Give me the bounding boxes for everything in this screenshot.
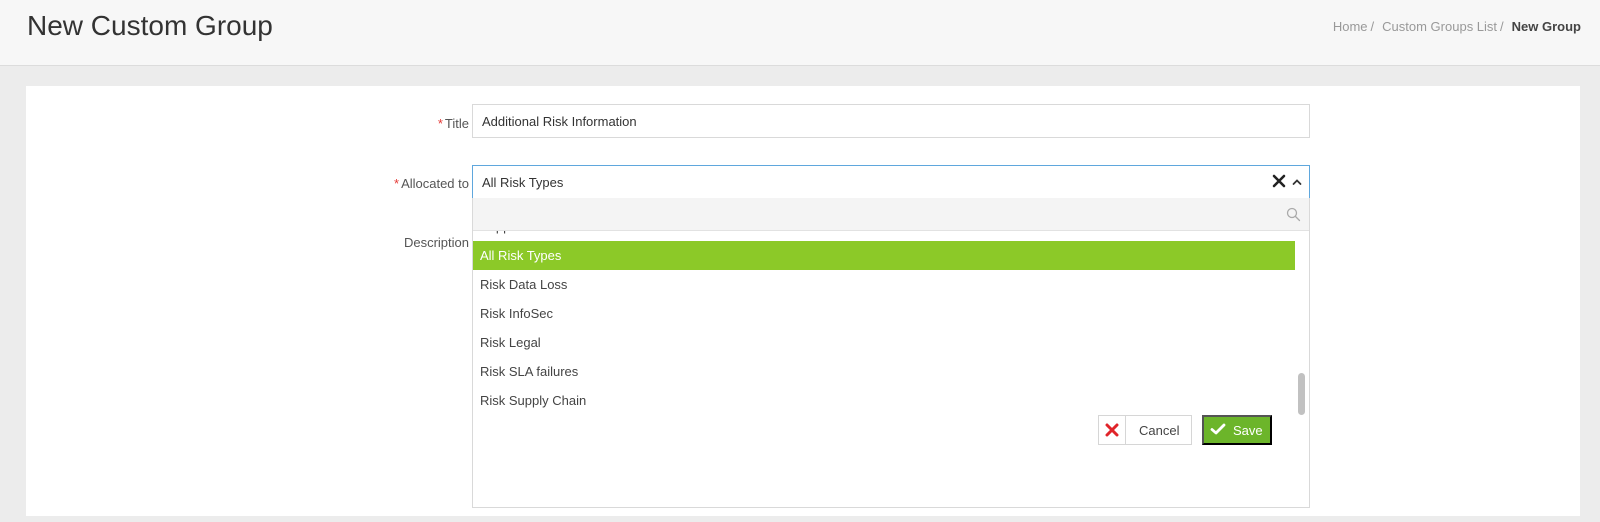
search-icon xyxy=(1286,207,1301,222)
x-icon xyxy=(1099,416,1126,444)
check-icon xyxy=(1210,422,1226,439)
save-button[interactable]: Save xyxy=(1202,415,1272,445)
save-label: Save xyxy=(1233,422,1263,438)
page-header: New Custom Group Home / Custom Groups Li… xyxy=(0,0,1600,66)
title-label: * Title xyxy=(437,116,469,131)
breadcrumb-home[interactable]: Home xyxy=(1333,19,1368,34)
cancel-label: Cancel xyxy=(1139,422,1180,438)
dropdown-option[interactable]: Risk Legal xyxy=(473,328,1295,357)
form-panel: *Title *Allocated to All Risk Types Desc… xyxy=(26,86,1580,516)
required-marker: * xyxy=(437,116,443,131)
dropdown-option[interactable]: Risk InfoSec xyxy=(473,299,1295,328)
breadcrumb-current: New Group xyxy=(1511,19,1581,34)
page-title: New Custom Group xyxy=(27,10,273,41)
required-marker: * xyxy=(394,176,400,191)
dropdown-option[interactable]: Risk Data Loss xyxy=(473,270,1295,299)
dropdown-list[interactable]: Supplier User All Risk Types Risk Data L… xyxy=(473,231,1295,507)
allocated-to-label: * Allocated to xyxy=(394,176,469,191)
description-label: Description xyxy=(403,235,469,250)
breadcrumb-separator: / xyxy=(1500,19,1504,34)
breadcrumb: Home / Custom Groups List / New Group xyxy=(1333,19,1581,34)
dropdown-option[interactable]: Supplier User xyxy=(473,231,1295,241)
cancel-button[interactable]: Cancel xyxy=(1098,415,1192,445)
dropdown-option-selected[interactable]: All Risk Types xyxy=(473,241,1295,270)
scrollbar-thumb[interactable] xyxy=(1298,373,1305,415)
title-input[interactable] xyxy=(472,104,1310,138)
dropdown-option[interactable]: Risk SLA failures xyxy=(473,357,1295,386)
chevron-up-icon[interactable] xyxy=(1291,175,1303,187)
breadcrumb-separator: / xyxy=(1370,19,1375,34)
dropdown-option[interactable]: Risk Supply Chain xyxy=(473,386,1295,415)
breadcrumb-custom-groups-list[interactable]: Custom Groups List xyxy=(1382,19,1497,34)
allocated-to-select[interactable]: All Risk Types xyxy=(472,165,1310,199)
allocated-to-value: All Risk Types xyxy=(482,175,564,190)
dropdown-scrollbar[interactable] xyxy=(1296,231,1308,507)
dropdown-search-input[interactable] xyxy=(473,198,1309,231)
allocated-to-dropdown: Supplier User All Risk Types Risk Data L… xyxy=(472,198,1310,508)
close-icon[interactable] xyxy=(1271,173,1287,189)
